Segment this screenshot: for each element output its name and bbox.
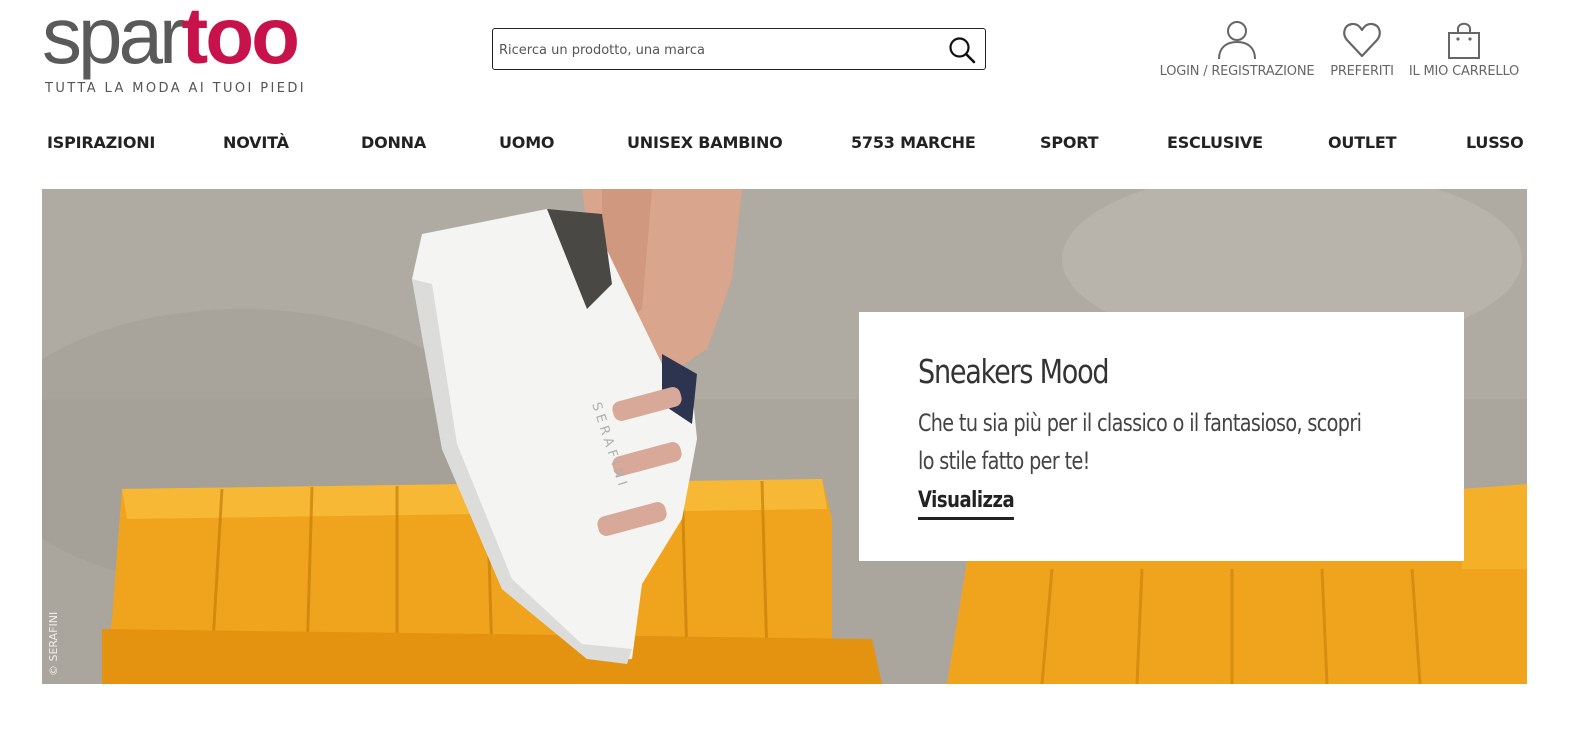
spartoo-logo[interactable]: spartoo TUTTA LA MODA AI TUOI PIEDI — [42, 0, 332, 100]
promo-title: Sneakers Mood — [918, 352, 1110, 391]
login-button[interactable]: LOGIN / REGISTRAZIONE — [1159, 20, 1315, 79]
search-bar — [492, 28, 986, 71]
search-button[interactable] — [947, 35, 977, 65]
logo-part-1: spar — [42, 0, 186, 80]
promo-cta-link[interactable]: Visualizza — [918, 488, 1015, 520]
nav-item-lusso[interactable]: LUSSO — [1466, 133, 1524, 152]
nav-item-marche[interactable]: 5753 MARCHE — [851, 133, 976, 152]
nav-item-sport[interactable]: SPORT — [1040, 133, 1099, 152]
promo-text: Che tu sia più per il classico o il fant… — [918, 409, 1362, 475]
favorites-label: PREFERITI — [1330, 64, 1394, 79]
nav-item-uomo[interactable]: UOMO — [499, 133, 555, 152]
nav-item-esclusive[interactable]: ESCLUSIVE — [1167, 133, 1263, 152]
user-icon — [1218, 21, 1256, 60]
logo-wordmark: spartoo — [42, 0, 300, 86]
nav-item-ispirazioni[interactable]: ISPIRAZIONI — [47, 133, 155, 152]
nav-item-unisex-bambino[interactable]: UNISEX BAMBINO — [627, 133, 783, 152]
shopping-bag-icon — [1448, 22, 1480, 59]
search-icon — [949, 37, 976, 64]
main-navigation: ISPIRAZIONI NOVITÀ DONNA UOMO UNISEX BAM… — [0, 133, 1585, 157]
logo-tagline: TUTTA LA MODA AI TUOI PIEDI — [45, 81, 306, 96]
cart-button[interactable]: IL MIO CARRELLO — [1408, 20, 1520, 79]
photo-credit: © SERAFINI — [47, 611, 60, 676]
login-label: LOGIN / REGISTRAZIONE — [1159, 64, 1315, 79]
nav-item-outlet[interactable]: OUTLET — [1328, 133, 1397, 152]
heart-icon — [1343, 22, 1381, 58]
nav-item-novita[interactable]: NOVITÀ — [223, 133, 289, 152]
favorites-button[interactable]: PREFERITI — [1330, 20, 1394, 79]
promo-card: Sneakers Mood Che tu sia più per il clas… — [859, 312, 1464, 561]
logo-part-2: too — [181, 0, 300, 80]
cart-label: IL MIO CARRELLO — [1408, 64, 1520, 79]
search-input[interactable] — [497, 29, 941, 71]
nav-item-donna[interactable]: DONNA — [361, 133, 426, 152]
